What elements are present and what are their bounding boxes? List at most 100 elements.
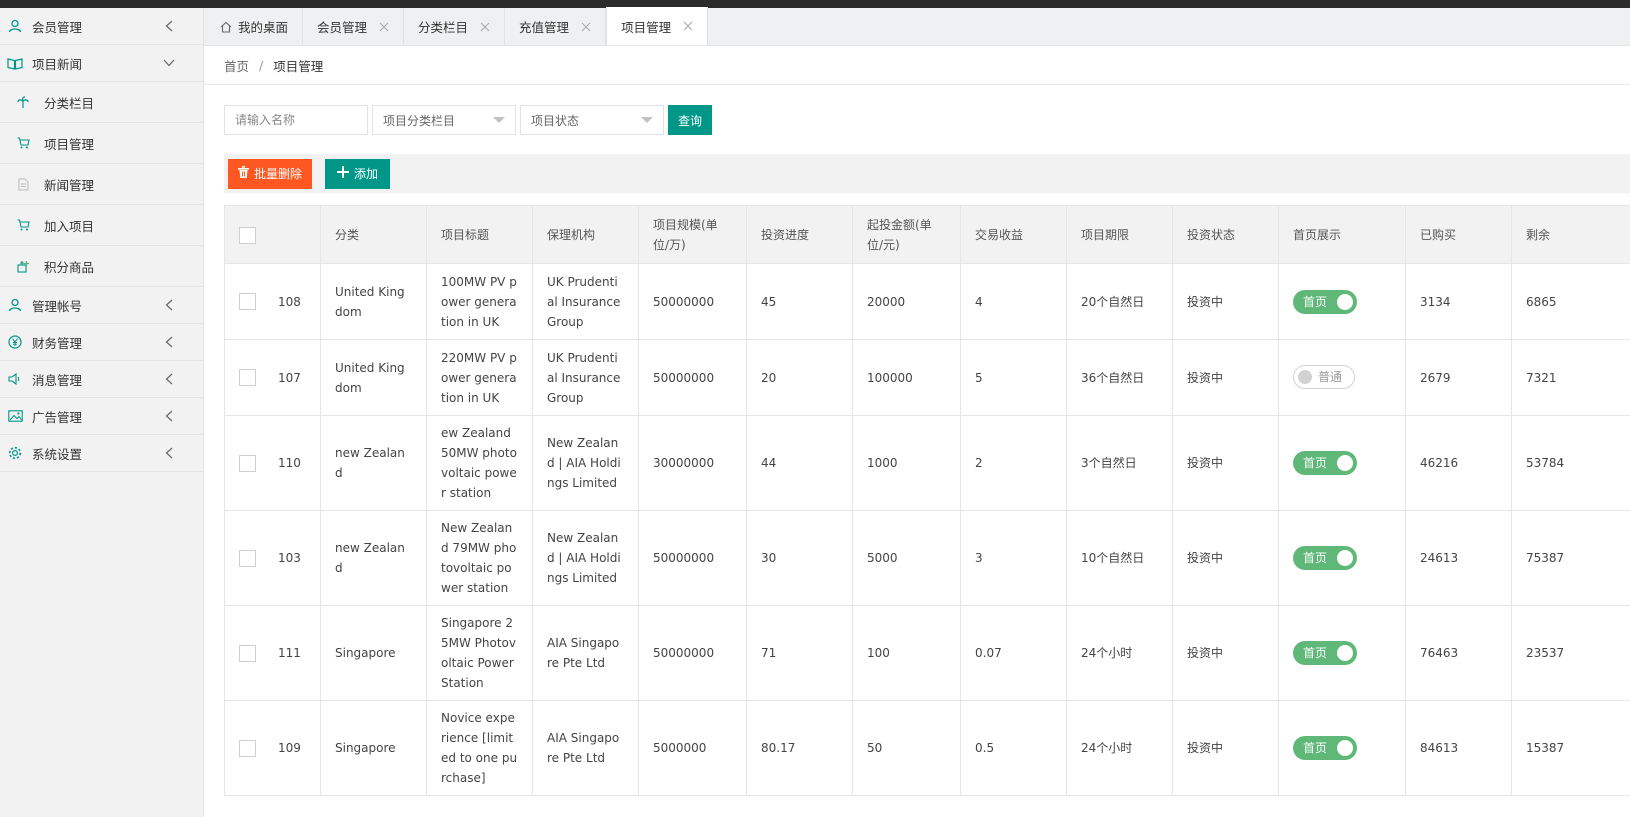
sidebar-item-label: 项目管理: [44, 136, 95, 152]
tab-4[interactable]: 项目管理: [606, 7, 709, 45]
column-header: 投资状态: [1172, 205, 1279, 264]
sidebar-item-5[interactable]: 加入项目: [0, 205, 203, 246]
tab-2[interactable]: 分类栏目: [404, 8, 506, 45]
row-select: 107: [239, 368, 306, 388]
toggle-label: 首页: [1303, 646, 1328, 660]
select-all-checkbox[interactable]: [239, 226, 256, 244]
cell-yield: 5: [960, 339, 1067, 416]
trash-icon: [238, 166, 254, 181]
home-display-toggle[interactable]: 首页: [1293, 546, 1358, 570]
status-select-value: 项目状态: [531, 113, 580, 128]
speaker-icon: [6, 370, 24, 388]
tab-label: 项目管理: [621, 19, 672, 35]
row-select-cell: 103: [224, 510, 321, 606]
tab-1[interactable]: 会员管理: [303, 8, 405, 45]
cell-progress: 80.17: [746, 700, 853, 796]
sidebar-item-3[interactable]: 项目管理: [0, 123, 203, 164]
close-icon[interactable]: [683, 21, 693, 31]
breadcrumb-home[interactable]: 首页: [224, 56, 249, 75]
project-table: 分类 项目标题 保理机构 项目规模(单位/万) 投资进度 起投金额(单位/元) 交易收益 项目…: [224, 205, 1630, 796]
cell-progress: 20: [746, 339, 853, 416]
gift-icon: [14, 257, 32, 275]
cell-progress: 44: [746, 415, 853, 511]
home-display-toggle[interactable]: 普通: [1293, 365, 1355, 389]
gear-icon: [6, 444, 24, 462]
column-header: 交易收益: [960, 205, 1067, 264]
close-icon[interactable]: [480, 22, 490, 32]
cell-status: 投资中: [1172, 263, 1279, 340]
sidebar-item-10[interactable]: 广告管理: [0, 398, 203, 435]
cell-min_invest: 100000: [852, 339, 961, 416]
palm-icon: [14, 93, 32, 111]
chevron-left-icon: [163, 20, 175, 32]
row-id: 110: [278, 456, 301, 470]
cell-progress: 45: [746, 263, 853, 340]
table-header-row: 分类 项目标题 保理机构 项目规模(单位/万) 投资进度 起投金额(单位/元) 交易收益 项目…: [224, 205, 1630, 264]
sidebar-item-1[interactable]: 项目新闻: [0, 45, 203, 82]
cell-home-display: 首页: [1278, 263, 1406, 340]
sidebar-item-6[interactable]: 积分商品: [0, 246, 203, 287]
cell-yield: 0.07: [960, 605, 1067, 701]
row-select-cell: 110: [224, 415, 321, 511]
cell-bought: 76463: [1405, 605, 1512, 701]
cell-yield: 3: [960, 510, 1067, 606]
query-button[interactable]: 查询: [668, 105, 713, 135]
column-header: 分类: [320, 205, 427, 264]
column-header: 项目规模(单位/万): [638, 205, 747, 264]
row-checkbox[interactable]: [239, 739, 256, 757]
main-area: 我的桌面会员管理分类栏目充值管理项目管理 首页 / 项目管理 项目分类栏目 项目…: [204, 7, 1630, 817]
batch-delete-button[interactable]: 批量删除: [228, 158, 313, 189]
cell-title: Novice experience [limited to one purcha…: [426, 700, 533, 796]
row-checkbox[interactable]: [239, 549, 256, 567]
sidebar-item-11[interactable]: 系统设置: [0, 435, 203, 472]
book-icon: [6, 54, 24, 72]
home-display-toggle[interactable]: 首页: [1293, 641, 1358, 665]
row-checkbox[interactable]: [239, 369, 256, 386]
row-checkbox[interactable]: [239, 644, 256, 662]
toggle-label: 首页: [1303, 741, 1328, 755]
cell-term: 24个小时: [1066, 700, 1173, 796]
file-icon: [14, 175, 32, 193]
sidebar-item-0[interactable]: 会员管理: [0, 8, 203, 45]
category-select[interactable]: 项目分类栏目: [372, 105, 516, 135]
tab-0[interactable]: 我的桌面: [206, 8, 304, 45]
cell-agency: UK Prudential Insurance Group: [532, 263, 639, 340]
row-select: 109: [239, 738, 306, 758]
row-select-cell: 107: [224, 339, 321, 416]
sidebar-item-label: 广告管理: [32, 409, 83, 425]
add-button[interactable]: 添加: [325, 158, 391, 189]
window-top-bar: [0, 0, 1630, 8]
row-id: 109: [278, 741, 301, 755]
name-search-input[interactable]: [224, 105, 368, 135]
select-all-header: [224, 205, 321, 264]
tab-label: 我的桌面: [238, 20, 289, 35]
sidebar-item-9[interactable]: 消息管理: [0, 361, 203, 398]
cell-bought: 2679: [1405, 339, 1512, 416]
status-select[interactable]: 项目状态: [520, 105, 664, 135]
sidebar-item-2[interactable]: 分类栏目: [0, 82, 203, 123]
chevron-left-icon: [163, 299, 175, 311]
row-id: 103: [278, 551, 301, 565]
cell-remain: 23537: [1511, 605, 1630, 701]
row-checkbox[interactable]: [239, 454, 256, 472]
row-checkbox[interactable]: [239, 293, 256, 310]
sidebar-item-8[interactable]: 财务管理: [0, 324, 203, 361]
home-display-toggle[interactable]: 首页: [1293, 736, 1358, 760]
cell-title: 220MW PV power generation in UK: [426, 339, 533, 416]
home-display-toggle[interactable]: 首页: [1293, 451, 1358, 475]
close-icon[interactable]: [581, 22, 591, 32]
chevron-down-icon: [163, 57, 175, 69]
user-icon: [6, 296, 24, 314]
tab-3[interactable]: 充值管理: [505, 8, 607, 45]
cell-min_invest: 20000: [852, 263, 961, 340]
cell-agency: New Zealand | AIA Holdings Limited: [532, 415, 639, 511]
cell-min_invest: 5000: [852, 510, 961, 606]
row-id: 111: [278, 646, 301, 660]
sidebar-item-4[interactable]: 新闻管理: [0, 164, 203, 205]
cell-term: 20个自然日: [1066, 263, 1173, 340]
cell-status: 投资中: [1172, 605, 1279, 701]
sidebar-item-label: 项目新闻: [32, 56, 83, 72]
close-icon[interactable]: [379, 22, 389, 32]
sidebar-item-7[interactable]: 管理帐号: [0, 287, 203, 324]
home-display-toggle[interactable]: 首页: [1293, 289, 1358, 314]
